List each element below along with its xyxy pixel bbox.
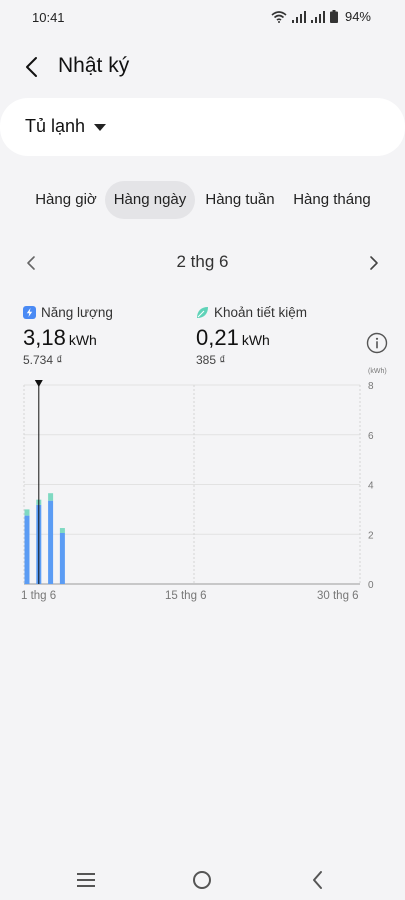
selection-marker (34, 380, 43, 387)
y-unit-label: (kWh) (368, 368, 387, 375)
tab-hourly[interactable]: Hàng giờ (26, 181, 106, 219)
back-button[interactable] (18, 53, 46, 81)
energy-chart[interactable]: 0 2 4 6 8 (kWh) 1 thg 6 15 thg 6 30 thg 6 (0, 365, 405, 610)
signal-icon (310, 10, 325, 23)
energy-value: 3,18 (23, 325, 66, 350)
bar-energy (24, 515, 30, 584)
back-arrow-icon (26, 57, 37, 77)
status-bar: 10:41 94% (0, 0, 405, 34)
date-label: 2 thg 6 (176, 252, 229, 271)
leaf-icon (197, 307, 208, 318)
savings-metric: Khoản tiết kiệm 0,21 kWh 385 ₫ (196, 305, 307, 367)
bar-savings (48, 493, 54, 501)
energy-unit: kWh (68, 332, 97, 348)
battery-percent: 94% (344, 9, 371, 24)
y-tick-label: 8 (368, 381, 374, 392)
back-icon (313, 871, 322, 889)
battery-icon (329, 10, 338, 23)
device-card: Tủ lạnh (0, 98, 405, 156)
lightning-icon (23, 306, 36, 319)
y-tick-label: 6 (368, 431, 374, 442)
savings-label: Khoản tiết kiệm (214, 305, 308, 320)
home-icon (193, 871, 211, 889)
recent-apps-button[interactable] (74, 868, 98, 892)
device-dropdown[interactable]: Tủ lạnh (25, 116, 107, 137)
period-tabs: Hàng giờ Hàng ngày Hàng tuần Hàng tháng (0, 181, 405, 219)
tab-monthly[interactable]: Hàng tháng (286, 181, 378, 219)
info-button[interactable] (366, 332, 388, 354)
energy-label: Năng lượng (41, 305, 113, 320)
bar-energy (59, 533, 65, 584)
wifi-icon (271, 10, 287, 23)
next-date-button[interactable] (363, 252, 385, 274)
device-name: Tủ lạnh (25, 116, 86, 136)
y-tick-label: 2 (368, 530, 374, 541)
home-button[interactable] (190, 868, 214, 892)
tab-daily[interactable]: Hàng ngày (105, 181, 195, 219)
energy-metric: Năng lượng 3,18 kWh 5.734 ₫ (23, 305, 113, 367)
savings-unit: kWh (241, 332, 270, 348)
chevron-right-icon (370, 256, 378, 270)
x-tick-label: 15 thg 6 (165, 590, 207, 602)
signal-icon (291, 10, 306, 23)
bar-energy (48, 500, 54, 584)
nav-back-button[interactable] (306, 868, 330, 892)
y-tick-label: 0 (368, 580, 374, 591)
page-title: Nhật ký (58, 54, 130, 77)
x-tick-label: 1 thg 6 (21, 590, 56, 602)
info-icon (366, 332, 388, 354)
y-tick-label: 4 (368, 481, 374, 492)
status-icons: 94% (271, 9, 371, 24)
bar-savings (24, 509, 30, 516)
status-time: 10:41 (32, 10, 65, 25)
bar-savings (59, 528, 65, 534)
system-nav-bar (0, 855, 405, 900)
date-navigator: 2 thg 6 (0, 246, 405, 278)
tab-weekly[interactable]: Hàng tuần (198, 181, 282, 219)
recent-apps-icon (77, 873, 95, 887)
header: Nhật ký (0, 44, 405, 88)
savings-value: 0,21 (196, 325, 239, 350)
x-tick-label: 30 thg 6 (317, 590, 359, 602)
caret-down-icon (94, 123, 107, 131)
